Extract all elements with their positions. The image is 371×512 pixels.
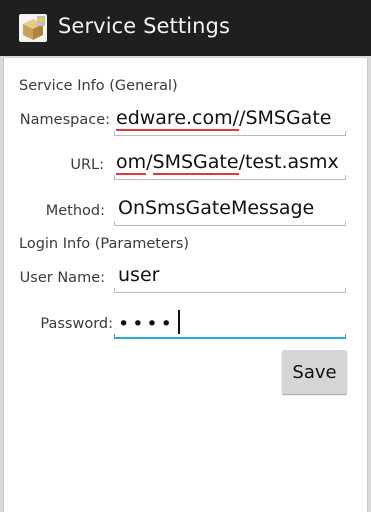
save-button[interactable]: Save (282, 350, 347, 394)
url-value-part: SMSGate (152, 151, 239, 175)
url-value-part: / (146, 151, 153, 173)
namespace-label: Namespace: (19, 112, 110, 128)
password-value: •••• (118, 313, 175, 335)
username-field[interactable]: user (114, 261, 346, 295)
username-value: user (118, 264, 160, 286)
box-package-icon (19, 14, 47, 42)
url-value-part: /test.asmx (238, 151, 339, 173)
password-label: Password: (40, 316, 113, 332)
method-field[interactable]: OnSmsGateMessage (114, 194, 346, 228)
namespace-field[interactable]: edware.com//SMSGate (114, 104, 346, 138)
title-bar: Service Settings (0, 0, 371, 56)
page-title: Service Settings (58, 14, 231, 38)
namespace-value-part: edware.com/ (116, 107, 240, 131)
url-label: URL: (70, 157, 104, 173)
method-label: Method: (45, 203, 105, 219)
method-value: OnSmsGateMessage (118, 197, 315, 219)
password-field[interactable]: •••• (114, 307, 346, 341)
url-field[interactable]: om/SMSGate/test.asmx (114, 148, 346, 182)
login-info-heading: Login Info (Parameters) (19, 236, 190, 252)
text-cursor (177, 310, 180, 334)
namespace-value-part: /SMSGate (239, 107, 332, 129)
username-label: User Name: (19, 270, 105, 286)
service-info-heading: Service Info (General) (19, 78, 178, 94)
url-value-part: om (116, 151, 147, 175)
